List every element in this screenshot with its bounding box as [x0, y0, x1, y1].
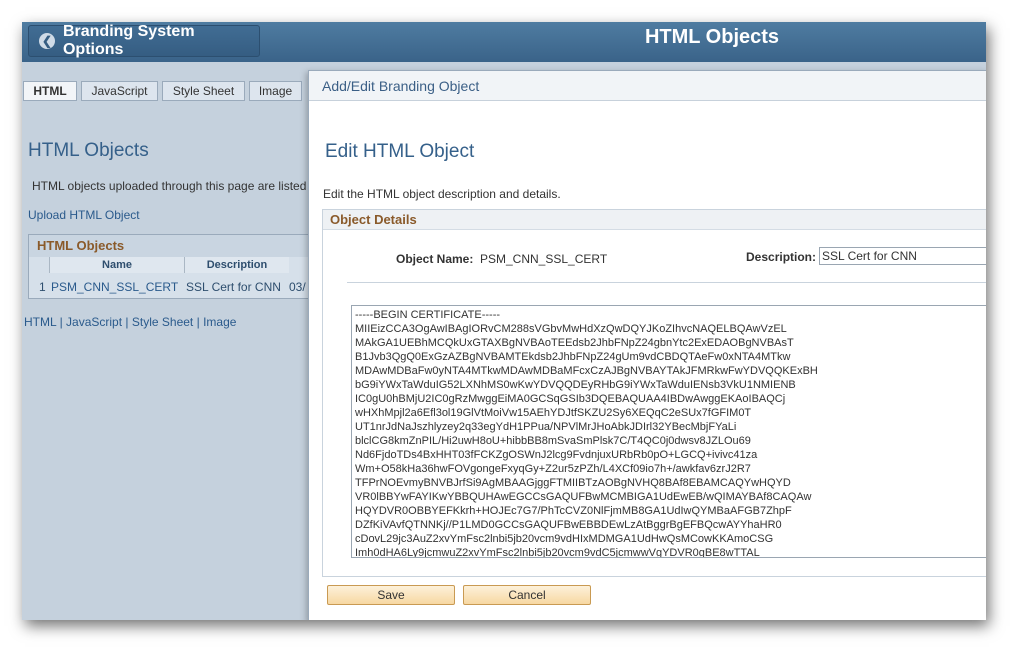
object-details-section: Object Details Object Name: PSM_CNN_SSL_…: [322, 209, 986, 577]
link-style-sheet[interactable]: Style Sheet: [132, 315, 193, 329]
html-content-textarea[interactable]: -----BEGIN CERTIFICATE----- MIIEizCCA3Og…: [351, 305, 986, 558]
bg-heading: HTML Objects: [28, 140, 149, 161]
edit-object-modal: Add/Edit Branding Object Edit HTML Objec…: [308, 70, 986, 620]
divider: [347, 282, 986, 283]
tab-html[interactable]: HTML: [23, 81, 77, 101]
modal-heading: Edit HTML Object: [325, 141, 475, 162]
back-button[interactable]: ❮ Branding System Options: [28, 23, 260, 58]
link-separator: |: [125, 315, 129, 329]
bg-description: HTML objects uploaded through this page …: [32, 179, 307, 193]
row-date: 03/: [289, 280, 306, 294]
page-title: HTML Objects: [644, 26, 780, 48]
link-image[interactable]: Image: [203, 315, 236, 329]
tab-style-sheet[interactable]: Style Sheet: [162, 81, 245, 101]
upload-html-object-link[interactable]: Upload HTML Object: [28, 208, 140, 222]
back-button-label: Branding System Options: [62, 23, 195, 58]
chevron-left-icon: ❮: [39, 33, 55, 49]
link-separator: |: [59, 315, 63, 329]
cancel-button[interactable]: Cancel: [463, 585, 591, 605]
tab-image[interactable]: Image: [249, 81, 302, 101]
description-input[interactable]: [819, 247, 986, 265]
description-label: Description:: [746, 250, 817, 264]
column-header-name[interactable]: Name: [49, 257, 184, 273]
grid-title: HTML Objects: [29, 235, 337, 257]
link-javascript[interactable]: JavaScript: [66, 315, 122, 329]
row-description: SSL Cert for CNN: [186, 280, 281, 294]
object-name-label: Object Name:: [396, 252, 474, 266]
app-window: ❮ Branding System Options HTML Objects H…: [22, 22, 986, 620]
save-button[interactable]: Save: [327, 585, 455, 605]
header-banner: ❮ Branding System Options HTML Objects: [22, 22, 986, 62]
html-objects-grid: HTML Objects Name Description 1 PSM_CNN_…: [28, 234, 338, 299]
modal-instructions: Edit the HTML object description and det…: [323, 187, 561, 201]
tab-javascript[interactable]: JavaScript: [81, 81, 158, 101]
row-name-link[interactable]: PSM_CNN_SSL_CERT: [51, 277, 178, 297]
link-html[interactable]: HTML: [24, 315, 56, 329]
modal-title: Add/Edit Branding Object: [309, 71, 986, 101]
link-separator: |: [196, 315, 200, 329]
row-number: 1: [39, 280, 46, 294]
object-details-title: Object Details: [323, 210, 986, 230]
column-header-description[interactable]: Description: [184, 257, 289, 273]
bottom-links: HTML | JavaScript | Style Sheet | Image: [24, 315, 236, 329]
object-name-value: PSM_CNN_SSL_CERT: [480, 252, 608, 266]
